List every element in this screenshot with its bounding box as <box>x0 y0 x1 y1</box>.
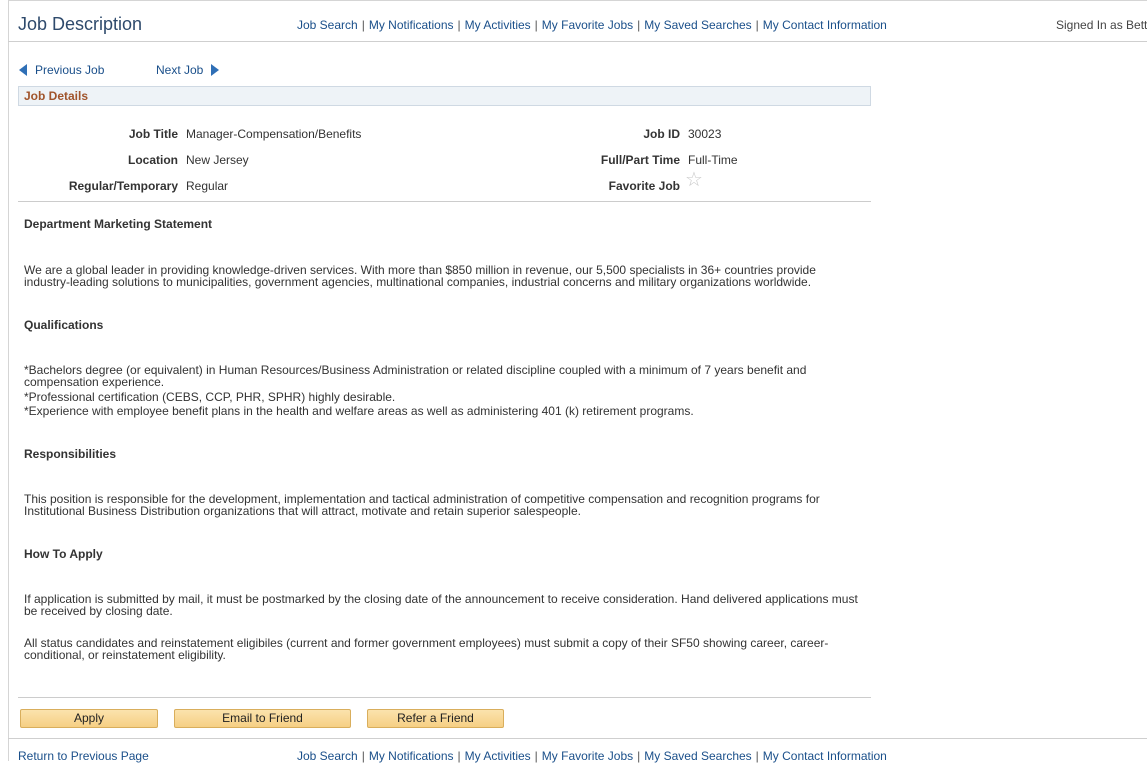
marketing-statement-text: We are a global leader in providing know… <box>24 263 816 289</box>
refer-a-friend-button[interactable]: Refer a Friend <box>367 709 504 728</box>
responsibilities-text: This position is responsible for the dev… <box>24 492 820 518</box>
nav-separator: | <box>534 18 538 32</box>
favorite-star-icon[interactable]: ☆ <box>685 170 703 190</box>
favorite-job-label: Favorite Job <box>608 179 680 193</box>
email-to-friend-button[interactable]: Email to Friend <box>174 709 351 728</box>
job-title-value: Manager-Compensation/Benefits <box>186 127 362 141</box>
top-nav: Job Search | My Notifications | My Activitie… <box>297 18 887 32</box>
regular-temporary-value: Regular <box>186 179 229 193</box>
how-to-apply-heading: How To Apply <box>24 547 103 561</box>
location-value: New Jersey <box>186 153 249 167</box>
job-details-header: Job Details <box>18 86 871 106</box>
footer-divider <box>8 738 1147 739</box>
frame-top-border <box>8 0 1147 1</box>
qualification-item-2: *Professional certification (CEBS, CCP, … <box>24 390 396 404</box>
full-part-time-value: Full-Time <box>688 153 738 167</box>
nav-separator: | <box>755 18 759 32</box>
regular-temporary-label: Regular/Temporary <box>68 179 178 193</box>
nav-separator: | <box>637 18 641 32</box>
job-title-label: Job Title <box>128 127 178 141</box>
arrow-right-icon <box>211 64 220 76</box>
previous-job-label: Previous Job <box>35 63 105 77</box>
qualification-item-3: *Experience with employee benefit plans … <box>24 404 694 418</box>
signed-in-text: Signed In as Bett <box>1056 18 1147 32</box>
nav-my-contact-information[interactable]: My Contact Information <box>763 18 887 32</box>
details-divider <box>18 201 871 202</box>
nav-separator: | <box>457 18 461 32</box>
qualification-item-1: *Bachelors degree (or equivalent) in Hum… <box>24 363 807 389</box>
next-job-link[interactable]: Next Job <box>156 63 220 77</box>
actions-divider <box>18 697 871 698</box>
job-id-value: 30023 <box>688 127 722 141</box>
marketing-statement-heading: Department Marketing Statement <box>24 217 213 231</box>
nav-my-saved-searches[interactable]: My Saved Searches <box>644 18 751 32</box>
previous-job-link[interactable]: Previous Job <box>19 63 104 77</box>
nav-separator: | <box>361 18 365 32</box>
header-divider <box>8 41 1147 42</box>
full-part-time-label: Full/Part Time <box>600 153 680 167</box>
nav-my-favorite-jobs[interactable]: My Favorite Jobs <box>542 18 633 32</box>
job-id-label: Job ID <box>643 127 680 141</box>
apply-button[interactable]: Apply <box>20 709 158 728</box>
nav-my-notifications[interactable]: My Notifications <box>369 18 454 32</box>
location-label: Location <box>128 153 178 167</box>
frame-left-border <box>8 0 9 761</box>
how-to-apply-text-2: All status candidates and reinstatement … <box>24 636 829 662</box>
next-job-label: Next Job <box>156 63 204 77</box>
nav-job-search[interactable]: Job Search <box>297 18 358 32</box>
nav-my-activities[interactable]: My Activities <box>465 18 531 32</box>
page-title: Job Description <box>18 14 143 34</box>
responsibilities-heading: Responsibilities <box>24 447 117 461</box>
how-to-apply-text-1: If application is submitted by mail, it … <box>24 592 858 618</box>
arrow-left-icon <box>19 64 27 76</box>
qualifications-heading: Qualifications <box>24 318 104 332</box>
